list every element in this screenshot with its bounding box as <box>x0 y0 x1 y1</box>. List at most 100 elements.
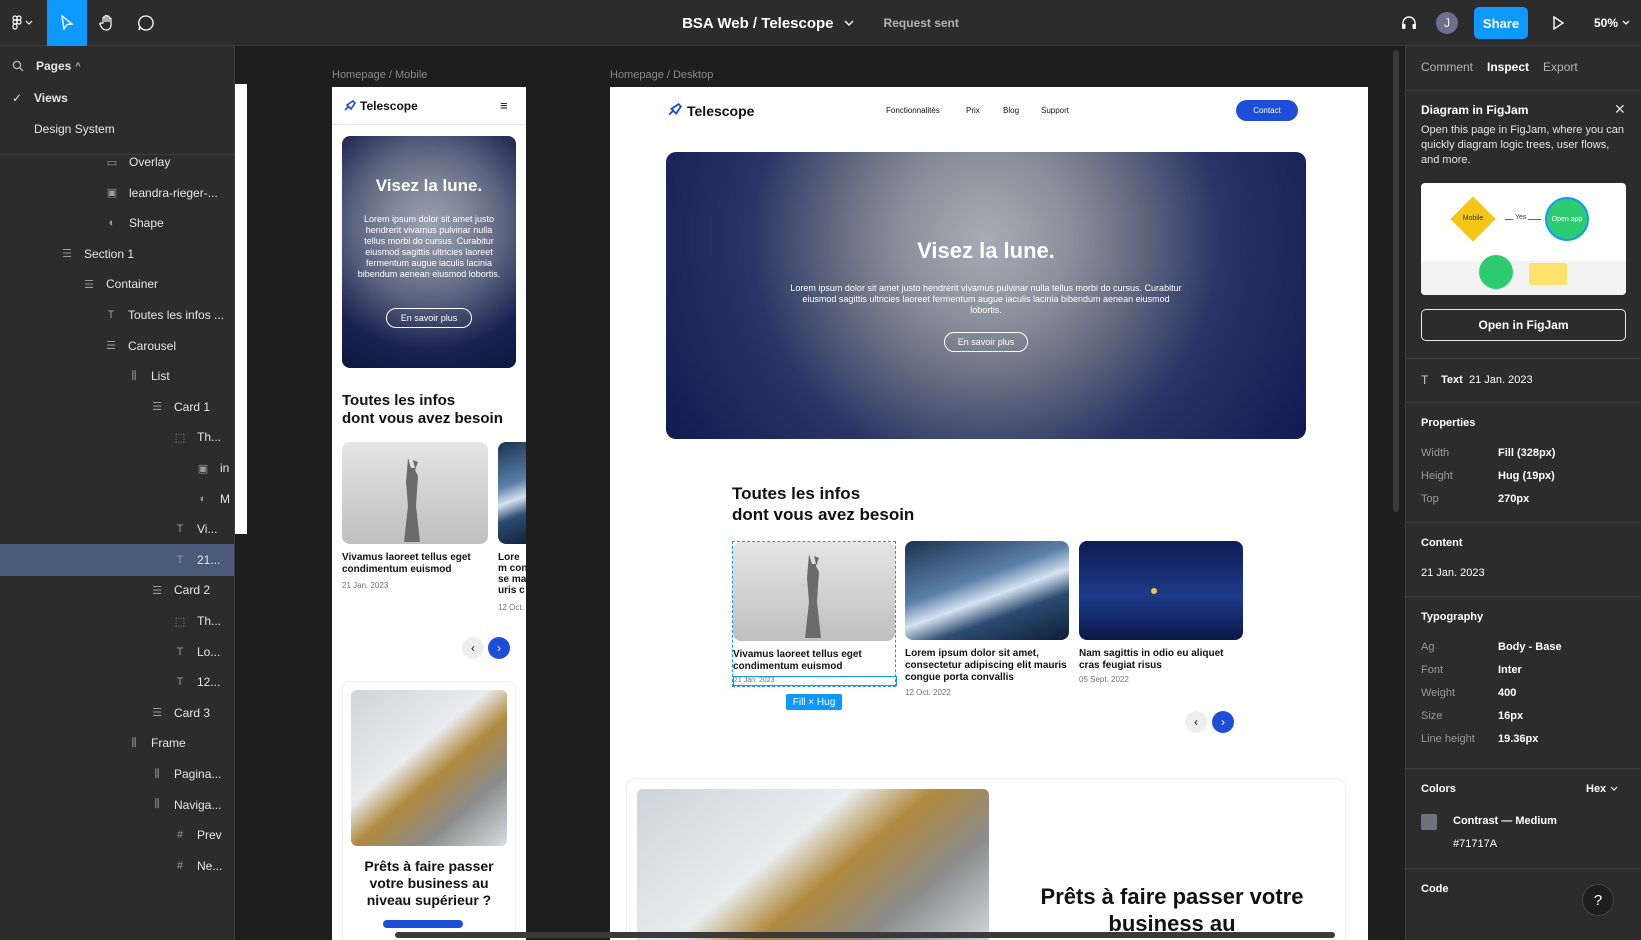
prop-value[interactable]: 270px <box>1498 493 1529 505</box>
prop-label: Top <box>1421 493 1439 505</box>
file-title[interactable]: BSA Web / Telescope <box>682 15 833 32</box>
chevron-down-icon[interactable] <box>844 19 854 27</box>
chevron-up-icon[interactable]: ^ <box>75 61 80 71</box>
typo-value[interactable]: Body - Base <box>1498 641 1562 653</box>
offscreen-frame-edge <box>235 84 247 534</box>
mobile-frame[interactable]: Telescope ≡ Visez la lune. Lorem ipsum d… <box>332 87 526 940</box>
share-button[interactable]: Share <box>1474 7 1528 39</box>
layer-row[interactable]: # Prev <box>0 819 234 851</box>
prop-value[interactable]: Fill (328px) <box>1498 447 1555 459</box>
layer-row[interactable]: ⫼ Pagina... <box>0 758 234 790</box>
prop-value[interactable]: Hug (19px) <box>1498 470 1555 482</box>
pages-header[interactable]: Pages ^ <box>0 50 234 82</box>
layer-row[interactable]: ☰ Card 3 <box>0 697 234 729</box>
typo-value[interactable]: 19.36px <box>1498 733 1538 745</box>
figjam-title: Diagram in FigJam <box>1421 103 1529 117</box>
layer-row[interactable]: ▣ in <box>0 452 234 484</box>
card-date-selected[interactable]: 21 Jan. 2023 <box>733 676 897 686</box>
color-swatch[interactable] <box>1421 814 1437 830</box>
layer-label: Carousel <box>128 338 177 353</box>
typo-value[interactable]: 400 <box>1498 687 1516 699</box>
card-date: 05 Sept. 2022 <box>1079 675 1129 684</box>
open-in-figjam-button[interactable]: Open in FigJam <box>1421 309 1626 341</box>
frame-label-mobile[interactable]: Homepage / Mobile <box>332 69 427 81</box>
layer-row[interactable]: ⬚ Th... <box>0 605 234 637</box>
layer-row[interactable]: ◐ Shape <box>0 207 234 239</box>
layer-row[interactable]: T 12... <box>0 666 234 698</box>
card-1-selected[interactable]: Vivamus laoreet tellus eget condimentum … <box>732 541 897 687</box>
layer-row[interactable]: T Lo... <box>0 636 234 668</box>
layer-row[interactable]: T Toutes les infos ... <box>0 299 234 331</box>
typo-value[interactable]: Inter <box>1498 664 1522 676</box>
layer-row[interactable]: ⬚ Th... <box>0 421 234 453</box>
audio-button[interactable] <box>1394 0 1424 46</box>
help-button[interactable]: ? <box>1582 884 1614 916</box>
nav-link[interactable]: Prix <box>966 106 980 115</box>
layer-row[interactable]: ☰ Carousel <box>0 330 234 362</box>
cta-button[interactable] <box>383 920 463 928</box>
carousel-next-button[interactable]: › <box>1212 711 1234 733</box>
layer-row[interactable]: T Vi... <box>0 513 234 545</box>
layer-row[interactable]: T 21... <box>0 543 234 576</box>
layer-label: leandra-rieger-... <box>129 185 218 200</box>
typo-label: Ag <box>1421 641 1435 653</box>
layer-label: Lo... <box>197 644 221 659</box>
hero-cta-button[interactable]: En savoir plus <box>386 308 472 328</box>
search-icon[interactable] <box>12 60 24 72</box>
typo-value[interactable]: 16px <box>1498 710 1523 722</box>
vertical-scrollbar[interactable] <box>1393 50 1399 512</box>
layer-row[interactable]: ☰ Card 1 <box>0 391 234 423</box>
layer-row[interactable]: ⫼ Frame <box>0 727 234 759</box>
hamburger-menu-icon[interactable]: ≡ <box>500 98 508 113</box>
frame-label-desktop[interactable]: Homepage / Desktop <box>610 69 713 81</box>
layer-row[interactable]: ◐ M <box>0 483 234 515</box>
prop-label: Width <box>1421 447 1450 459</box>
moon-dot <box>1151 588 1157 594</box>
tab-export[interactable]: Export <box>1543 60 1578 74</box>
page-item-design-system[interactable]: Design System <box>0 113 234 145</box>
page-item-views[interactable]: ✓ Views <box>0 82 234 114</box>
horizontal-scrollbar[interactable] <box>395 932 1335 938</box>
contact-button[interactable]: Contact <box>1236 100 1298 121</box>
hero-cta-button[interactable]: En savoir plus <box>944 332 1028 352</box>
carousel-prev-button[interactable]: ‹ <box>462 637 484 659</box>
desktop-frame[interactable]: Telescope Fonctionnalités Prix Blog Supp… <box>610 87 1368 940</box>
present-button[interactable] <box>1544 0 1572 46</box>
design-canvas[interactable]: Homepage / Mobile Homepage / Desktop Tel… <box>235 46 1405 940</box>
layer-row[interactable]: ▭ Overlay <box>0 146 234 178</box>
dashed-frame-icon: ⬚ <box>174 431 186 444</box>
layer-label: Frame <box>151 736 186 751</box>
tab-inspect[interactable]: Inspect <box>1487 60 1529 74</box>
chevron-down-icon <box>1622 20 1630 25</box>
layer-row[interactable]: ▣ leandra-rieger-... <box>0 177 234 209</box>
frame-lines-icon: ☰ <box>152 584 162 597</box>
card-image-statue <box>733 542 895 641</box>
color-hex[interactable]: #71717A <box>1453 838 1497 850</box>
layer-row[interactable]: ⫼ List <box>0 360 234 392</box>
cta-title: Prêts à faire passer votre business au n… <box>364 858 494 908</box>
user-avatar[interactable]: J <box>1436 12 1458 34</box>
layer-label: Card 1 <box>174 399 211 414</box>
color-format-dropdown[interactable]: Hex <box>1586 783 1618 795</box>
layer-row[interactable]: ☰ Card 2 <box>0 574 234 606</box>
layer-label: Card 2 <box>174 583 211 598</box>
card-image-statue <box>342 442 488 544</box>
nav-link[interactable]: Fonctionnalités <box>886 106 940 115</box>
layer-row[interactable]: ⫼ Naviga... <box>0 789 234 821</box>
carousel-prev-button[interactable]: ‹ <box>1185 711 1207 733</box>
content-value[interactable]: 21 Jan. 2023 <box>1421 567 1485 579</box>
tab-comment[interactable]: Comment <box>1421 60 1473 74</box>
dashed-frame-icon: ⬚ <box>174 615 186 628</box>
layer-row[interactable]: ☰ Container <box>0 268 234 300</box>
cta-card: Prêts à faire passer votre business au n… <box>342 681 516 940</box>
nav-link[interactable]: Blog <box>1003 106 1019 115</box>
nav-link[interactable]: Support <box>1041 106 1069 115</box>
zoom-dropdown[interactable]: 50% <box>1586 0 1638 46</box>
carousel-next-button[interactable]: › <box>488 637 510 659</box>
close-icon[interactable]: ✕ <box>1614 101 1626 118</box>
layer-row[interactable]: # Ne... <box>0 850 234 882</box>
image-icon: ▣ <box>106 187 118 200</box>
prop-label: Height <box>1421 470 1453 482</box>
section-title-line: Toutes les infos <box>732 484 861 503</box>
layer-row[interactable]: ☰ Section 1 <box>0 238 234 270</box>
